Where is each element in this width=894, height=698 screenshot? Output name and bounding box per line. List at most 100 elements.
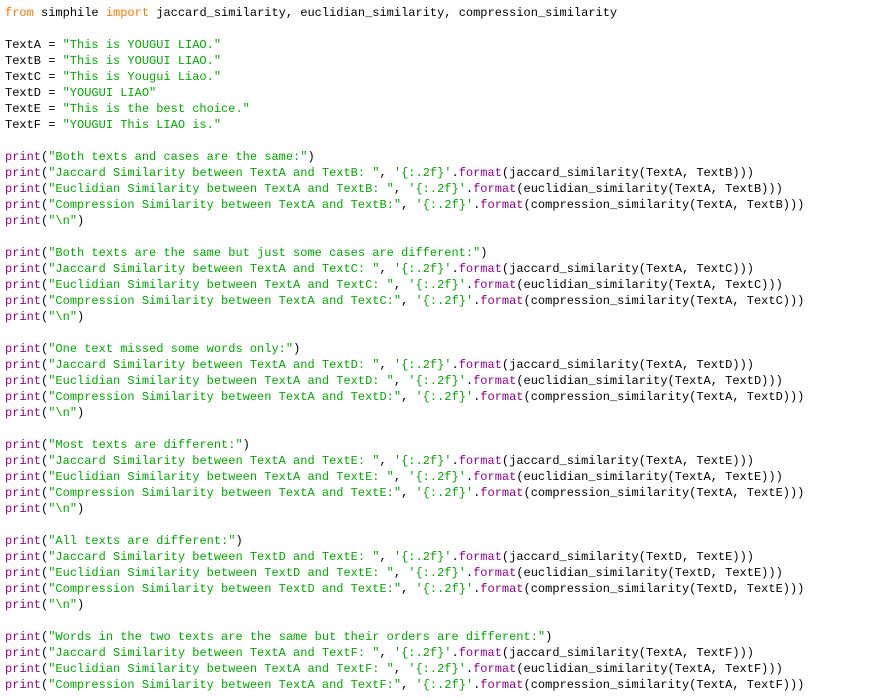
- blank-line: [5, 133, 889, 149]
- func-ref: jaccard_similarity: [509, 166, 639, 180]
- string-literal: "This is YOUGUI LIAO.": [63, 54, 221, 68]
- func-ref: compression_similarity: [531, 390, 689, 404]
- string-literal: "Compression Similarity between TextA an…: [48, 198, 401, 212]
- print-call: print: [5, 662, 41, 676]
- code-line: print("Euclidian Similarity between Text…: [5, 373, 889, 389]
- print-call: print: [5, 262, 41, 276]
- string-literal: "One text missed some words only:": [48, 342, 293, 356]
- code-line: print("Euclidian Similarity between Text…: [5, 565, 889, 581]
- args: (TextA, TextD))): [639, 358, 754, 372]
- func-ref: euclidian_similarity: [524, 470, 668, 484]
- format-string: '{:.2f}': [415, 294, 473, 308]
- format-string: '{:.2f}': [408, 278, 466, 292]
- args: (TextA, TextB))): [639, 166, 754, 180]
- code-line: print("Jaccard Similarity between TextA …: [5, 453, 889, 469]
- print-call: print: [5, 214, 41, 228]
- code-line: print("Words in the two texts are the sa…: [5, 629, 889, 645]
- args: (TextA, TextE))): [668, 470, 783, 484]
- import-list: jaccard_similarity, euclidian_similarity…: [149, 6, 617, 20]
- print-call: print: [5, 390, 41, 404]
- string-literal: "Words in the two texts are the same but…: [48, 630, 545, 644]
- format-string: '{:.2f}': [408, 566, 466, 580]
- args: (TextA, TextE))): [639, 454, 754, 468]
- code-line: print("\n"): [5, 309, 889, 325]
- args: (TextA, TextC))): [668, 278, 783, 292]
- args: (TextA, TextD))): [689, 390, 804, 404]
- code-line: print("Jaccard Similarity between TextD …: [5, 549, 889, 565]
- string-literal: "Euclidian Similarity between TextA and …: [48, 278, 394, 292]
- string-literal: "Euclidian Similarity between TextA and …: [48, 182, 394, 196]
- code-line: print("\n"): [5, 405, 889, 421]
- code-line: print("One text missed some words only:"…: [5, 341, 889, 357]
- code-line: print("All texts are different:"): [5, 533, 889, 549]
- format-call: format: [459, 454, 502, 468]
- print-call: print: [5, 678, 41, 692]
- print-call: print: [5, 534, 41, 548]
- newline-string: "\n": [48, 502, 77, 516]
- format-call: format: [473, 182, 516, 196]
- code-line: print("Jaccard Similarity between TextA …: [5, 357, 889, 373]
- newline-string: "\n": [48, 598, 77, 612]
- assign: TextA =: [5, 38, 63, 52]
- args: (TextD, TextE))): [689, 582, 804, 596]
- code-line: print("Compression Similarity between Te…: [5, 389, 889, 405]
- args: (TextD, TextE))): [639, 550, 754, 564]
- string-literal: "Euclidian Similarity between TextA and …: [48, 662, 394, 676]
- blank-line: [5, 21, 889, 37]
- blank-line: [5, 229, 889, 245]
- args: (TextA, TextF))): [689, 678, 804, 692]
- format-call: format: [480, 390, 523, 404]
- print-call: print: [5, 470, 41, 484]
- code-line: print("Jaccard Similarity between TextA …: [5, 165, 889, 181]
- string-literal: "All texts are different:": [48, 534, 235, 548]
- print-call: print: [5, 166, 41, 180]
- format-string: '{:.2f}': [415, 390, 473, 404]
- format-string: '{:.2f}': [394, 646, 452, 660]
- format-string: '{:.2f}': [408, 182, 466, 196]
- func-ref: euclidian_similarity: [524, 182, 668, 196]
- code-line: TextB = "This is YOUGUI LIAO.": [5, 53, 889, 69]
- string-literal: "Compression Similarity between TextD an…: [48, 582, 401, 596]
- string-literal: "Jaccard Similarity between TextA and Te…: [48, 646, 379, 660]
- print-call: print: [5, 486, 41, 500]
- newline-string: "\n": [48, 310, 77, 324]
- print-call: print: [5, 438, 41, 452]
- func-ref: compression_similarity: [531, 678, 689, 692]
- print-call: print: [5, 342, 41, 356]
- code-line: print("\n"): [5, 501, 889, 517]
- code-line: TextD = "YOUGUI LIAO": [5, 85, 889, 101]
- args: (TextA, TextB))): [668, 182, 783, 196]
- string-literal: "Jaccard Similarity between TextD and Te…: [48, 550, 379, 564]
- keyword-import: import: [106, 6, 149, 20]
- code-line: print("Euclidian Similarity between Text…: [5, 181, 889, 197]
- string-literal: "Compression Similarity between TextA an…: [48, 390, 401, 404]
- code-line: print("\n"): [5, 597, 889, 613]
- print-call: print: [5, 550, 41, 564]
- format-string: '{:.2f}': [415, 582, 473, 596]
- assign: TextB =: [5, 54, 63, 68]
- print-call: print: [5, 646, 41, 660]
- format-call: format: [473, 278, 516, 292]
- code-line: print("\n"): [5, 213, 889, 229]
- print-call: print: [5, 294, 41, 308]
- blank-line: [5, 517, 889, 533]
- func-ref: jaccard_similarity: [509, 454, 639, 468]
- code-line: print("Euclidian Similarity between Text…: [5, 469, 889, 485]
- code-line: print("Compression Similarity between Te…: [5, 293, 889, 309]
- string-literal: "Jaccard Similarity between TextA and Te…: [48, 358, 379, 372]
- format-string: '{:.2f}': [415, 198, 473, 212]
- format-call: format: [480, 198, 523, 212]
- format-call: format: [459, 262, 502, 276]
- func-ref: compression_similarity: [531, 582, 689, 596]
- string-literal: "Euclidian Similarity between TextA and …: [48, 470, 394, 484]
- string-literal: "Compression Similarity between TextA an…: [48, 678, 401, 692]
- blank-line: [5, 421, 889, 437]
- code-line: print("Euclidian Similarity between Text…: [5, 277, 889, 293]
- args: (TextA, TextF))): [668, 662, 783, 676]
- func-ref: compression_similarity: [531, 294, 689, 308]
- format-call: format: [480, 678, 523, 692]
- keyword-from: from: [5, 6, 34, 20]
- print-call: print: [5, 358, 41, 372]
- args: (TextA, TextB))): [689, 198, 804, 212]
- print-call: print: [5, 566, 41, 580]
